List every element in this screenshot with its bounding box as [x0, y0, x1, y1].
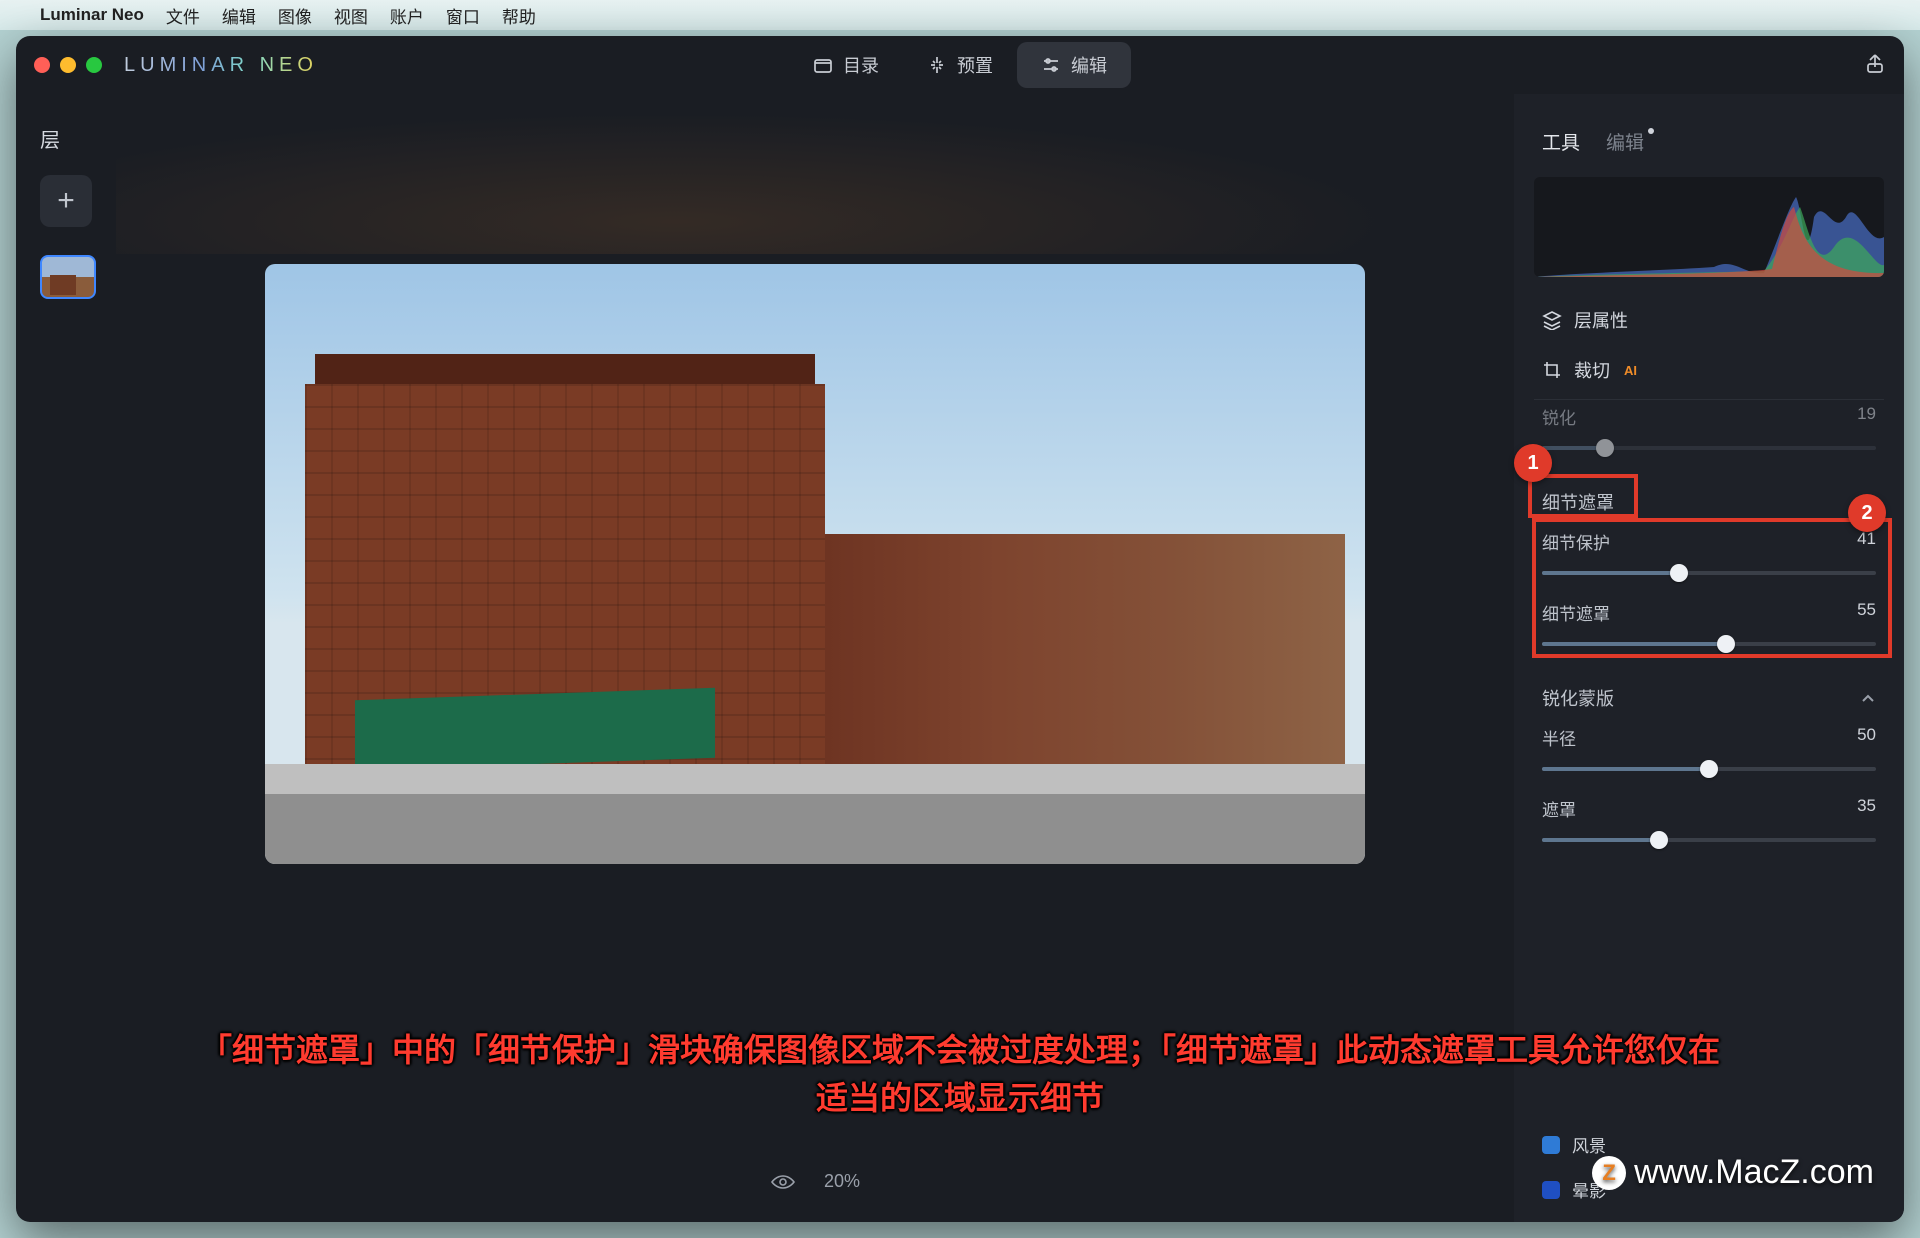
watermark-badge: Z: [1592, 1156, 1626, 1190]
mask-slider[interactable]: [1542, 827, 1876, 853]
annotation-badge-2: 2: [1848, 494, 1886, 532]
sliders-icon: [1041, 55, 1061, 75]
menu-view[interactable]: 视图: [334, 3, 368, 28]
section-detail-mask-label: 细节遮罩: [1542, 489, 1614, 515]
ai-badge: AI: [1624, 363, 1637, 378]
close-icon[interactable]: [34, 57, 50, 73]
menubar-app[interactable]: Luminar Neo: [40, 5, 144, 25]
tutorial-caption: 「细节遮罩」中的「细节保护」滑块确保图像区域不会被过度处理；「细节遮罩」此动态遮…: [16, 1026, 1904, 1122]
section-detail-mask[interactable]: 细节遮罩: [1514, 475, 1904, 529]
panel-tabs: 工具 编辑: [1514, 94, 1904, 167]
image-canvas[interactable]: [265, 264, 1365, 864]
layers-icon: [1542, 310, 1562, 330]
layer-thumb-1[interactable]: [40, 255, 96, 299]
mask-label: 遮罩: [1542, 796, 1576, 821]
panel-tab-tools[interactable]: 工具: [1542, 128, 1580, 155]
window-controls: [34, 57, 102, 73]
section-sharpen-mask-label: 锐化蒙版: [1542, 685, 1614, 711]
tab-edit-label: 编辑: [1071, 52, 1107, 78]
radius-value: 50: [1857, 725, 1876, 750]
tab-presets-label: 预置: [957, 52, 993, 78]
detail-mask-slider[interactable]: [1542, 631, 1876, 657]
histogram[interactable]: [1534, 177, 1884, 277]
menu-account[interactable]: 账户: [390, 3, 424, 28]
swatch-darkblue: [1542, 1181, 1560, 1199]
menu-file[interactable]: 文件: [166, 3, 200, 28]
sharpen-value: 19: [1857, 404, 1876, 429]
caption-line-2: 适当的区域显示细节: [56, 1074, 1864, 1122]
mac-menubar: Luminar Neo 文件 编辑 图像 视图 账户 窗口 帮助: [0, 0, 1920, 30]
eye-icon[interactable]: [770, 1172, 796, 1192]
crop-icon: [1542, 360, 1562, 380]
menu-edit[interactable]: 编辑: [222, 3, 256, 28]
detail-protect-value: 41: [1857, 529, 1876, 554]
share-button[interactable]: [1864, 52, 1886, 79]
share-icon: [1864, 52, 1886, 74]
section-sharpen-mask[interactable]: 锐化蒙版: [1514, 671, 1904, 725]
add-layer-button[interactable]: +: [40, 175, 92, 227]
annotation-badge-1: 1: [1514, 444, 1552, 482]
canvas-footer: 20%: [770, 1171, 860, 1192]
mask-value: 35: [1857, 796, 1876, 821]
zoom-icon[interactable]: [86, 57, 102, 73]
watermark: Z www.MacZ.com: [1592, 1153, 1874, 1192]
detail-protect-slider[interactable]: [1542, 560, 1876, 586]
menu-help[interactable]: 帮助: [502, 3, 536, 28]
menu-image[interactable]: 图像: [278, 3, 312, 28]
tool-crop[interactable]: 裁切 AI: [1514, 345, 1904, 395]
chevron-up-icon: [1860, 690, 1876, 706]
tab-catalog-label: 目录: [843, 52, 879, 78]
layer-props-label: 层属性: [1574, 307, 1628, 333]
edits-indicator-dot: [1648, 128, 1654, 134]
detail-mask-label: 细节遮罩: [1542, 600, 1610, 625]
tab-edit[interactable]: 编辑: [1017, 42, 1131, 88]
caption-line-1: 「细节遮罩」中的「细节保护」滑块确保图像区域不会被过度处理；「细节遮罩」此动态遮…: [56, 1026, 1864, 1074]
detail-mask-value: 55: [1857, 600, 1876, 625]
sparkle-icon: [927, 55, 947, 75]
titlebar: LUMINAR NEO 目录 预置 编辑: [16, 36, 1904, 94]
menu-window[interactable]: 窗口: [446, 3, 480, 28]
panel-tab-edits[interactable]: 编辑: [1606, 128, 1654, 155]
sharpen-slider[interactable]: [1542, 435, 1876, 461]
crop-label: 裁切: [1574, 357, 1610, 383]
swatch-blue: [1542, 1136, 1560, 1154]
app-logo: LUMINAR NEO: [124, 54, 318, 77]
minimize-icon[interactable]: [60, 57, 76, 73]
watermark-text: www.MacZ.com: [1634, 1153, 1874, 1192]
zoom-label[interactable]: 20%: [824, 1171, 860, 1192]
detail-protect-label: 细节保护: [1542, 529, 1610, 554]
divider: [1534, 399, 1884, 400]
tab-presets[interactable]: 预置: [903, 42, 1017, 88]
layers-title: 层: [40, 124, 116, 153]
folder-icon: [813, 55, 833, 75]
app-window: LUMINAR NEO 目录 预置 编辑 层 +: [16, 36, 1904, 1222]
sharpen-label: 锐化: [1542, 404, 1576, 429]
radius-slider[interactable]: [1542, 756, 1876, 782]
radius-label: 半径: [1542, 725, 1576, 750]
tab-catalog[interactable]: 目录: [789, 42, 903, 88]
tool-layer-properties[interactable]: 层属性: [1514, 295, 1904, 345]
mode-tabs: 目录 预置 编辑: [789, 42, 1131, 88]
